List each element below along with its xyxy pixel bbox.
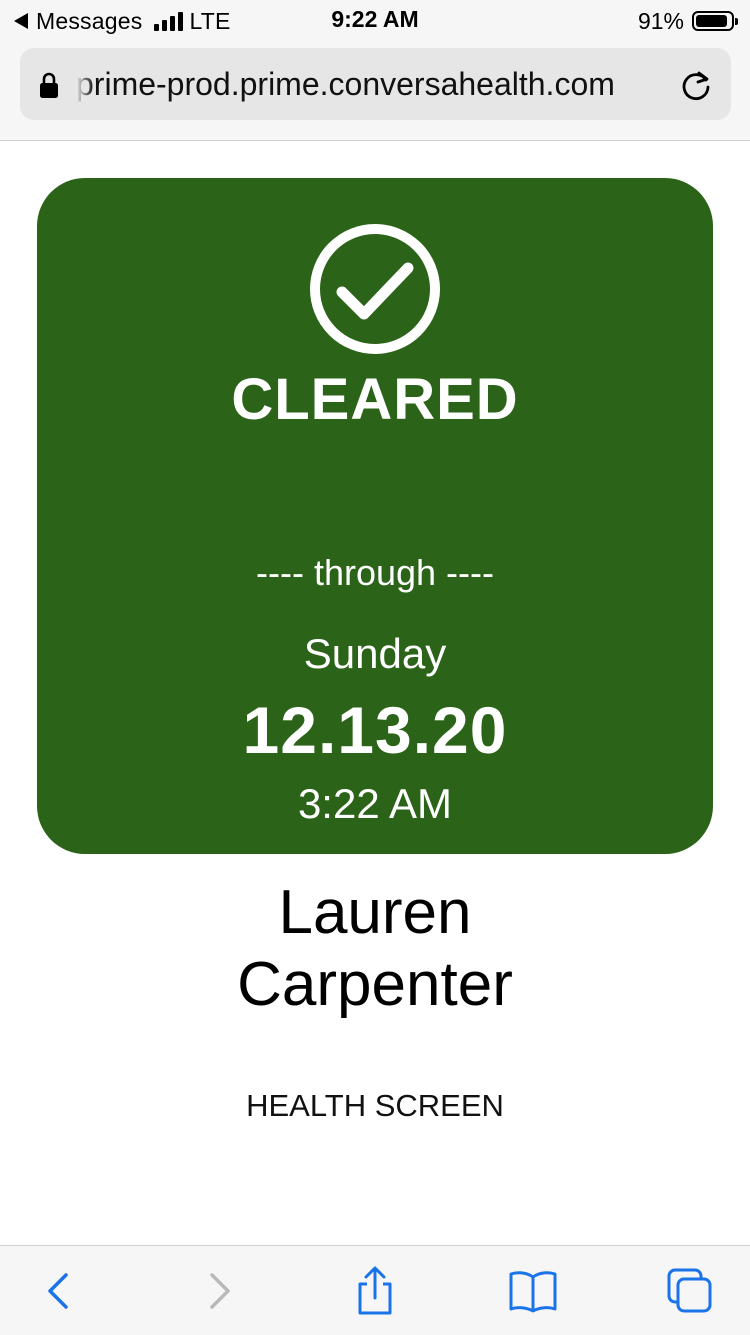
tabs-icon xyxy=(667,1268,712,1313)
url-fade xyxy=(76,62,94,106)
first-name: Lauren xyxy=(278,878,472,947)
status-label: CLEARED xyxy=(231,367,519,432)
check-circle-icon xyxy=(310,224,440,354)
share-button[interactable] xyxy=(350,1266,400,1316)
back-icon xyxy=(48,1273,68,1309)
battery-fill xyxy=(696,15,727,27)
lock-icon xyxy=(40,72,58,98)
address-bar[interactable]: prime-prod.prime.conversahealth.com xyxy=(20,48,731,120)
forward-icon xyxy=(210,1273,230,1309)
clearance-card: CLEARED ---- through ---- Sunday 12.13.2… xyxy=(37,178,713,854)
screen-type-label: HEALTH SCREEN xyxy=(246,1088,504,1123)
battery-percent: 91% xyxy=(637,7,684,34)
expiry-date: 12.13.20 xyxy=(242,693,508,767)
through-label: ---- through ---- xyxy=(255,552,494,593)
last-name: Carpenter xyxy=(237,950,513,1019)
url-text[interactable]: prime-prod.prime.conversahealth.com xyxy=(76,66,666,102)
share-icon xyxy=(358,1266,392,1315)
status-bar: Messages LTE 9:22 AM 91% xyxy=(0,0,750,42)
bookmarks-icon xyxy=(509,1271,557,1313)
browser-header: prime-prod.prime.conversahealth.com xyxy=(0,42,750,141)
person-name: Lauren Carpenter xyxy=(60,878,690,1019)
battery-status: 91% xyxy=(637,6,738,36)
battery-icon xyxy=(692,11,738,31)
expiry-time: 3:22 AM xyxy=(297,780,453,827)
back-button[interactable] xyxy=(34,1266,84,1316)
reload-icon[interactable] xyxy=(679,68,713,102)
battery-tip xyxy=(735,18,738,25)
tabs-button[interactable] xyxy=(665,1266,715,1316)
expiry-day: Sunday xyxy=(303,630,447,677)
forward-button[interactable] xyxy=(194,1266,244,1316)
bookmarks-button[interactable] xyxy=(508,1266,558,1316)
browser-toolbar xyxy=(0,1245,750,1335)
